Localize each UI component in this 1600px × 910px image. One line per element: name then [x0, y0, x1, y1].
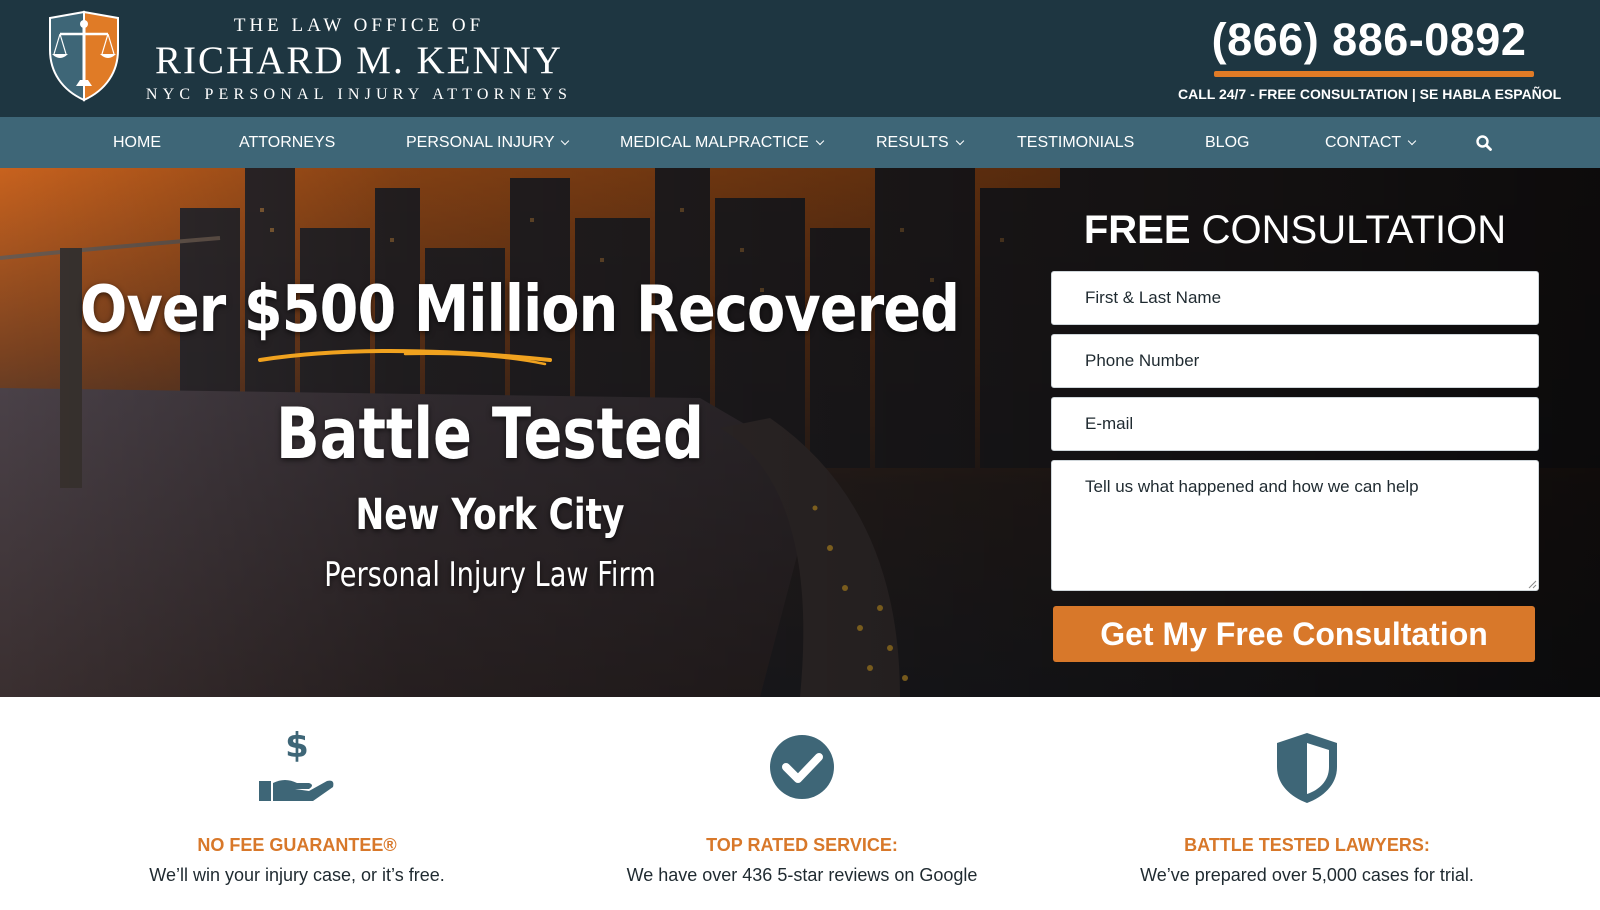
nav-medical-malpractice[interactable]: MEDICAL MALPRACTICE	[620, 117, 825, 168]
nav-label: MEDICAL MALPRACTICE	[620, 134, 809, 151]
feature-description: We’ve prepared over 5,000 cases for tria…	[1140, 865, 1474, 885]
nav-attorneys[interactable]: ATTORNEYS	[239, 117, 335, 168]
hero-section: Over $500 Million Recovered Battle Teste…	[0, 168, 1600, 697]
search-icon[interactable]	[1475, 134, 1493, 152]
hero-firm-type: Personal Injury Law Firm	[324, 555, 656, 595]
nav-blog[interactable]: BLOG	[1205, 117, 1249, 168]
feature-no-fee: $ NO FEE GUARANTEE® We’ll win your injur…	[47, 697, 547, 910]
form-title-bold: FREE	[1083, 208, 1191, 252]
feature-battle-tested: BATTLE TESTED LAWYERS: We’ve prepared ov…	[1057, 697, 1557, 910]
chevron-down-icon	[955, 136, 964, 146]
nav-label: RESULTS	[876, 134, 949, 151]
form-title-rest: CONSULTATION	[1201, 208, 1507, 252]
phone-field[interactable]	[1051, 334, 1539, 388]
svg-text:$: $	[285, 726, 309, 766]
site-header: THE LAW OFFICE OF RICHARD M. KENNY NYC P…	[0, 0, 1600, 117]
submit-consultation-button[interactable]: Get My Free Consultation	[1053, 606, 1535, 662]
nav-personal-injury[interactable]: PERSONAL INJURY	[406, 117, 570, 168]
shield-icon	[1277, 733, 1337, 803]
nav-label: CONTACT	[1325, 134, 1402, 151]
feature-top-rated: TOP RATED SERVICE: We have over 436 5-st…	[552, 697, 1052, 910]
hand-dollar-icon: $	[259, 726, 334, 801]
chevron-down-icon	[1407, 136, 1417, 146]
check-circle-icon	[770, 735, 834, 799]
hero-location: New York City	[355, 490, 625, 540]
chevron-down-icon	[561, 136, 570, 146]
nav-label: BLOG	[1205, 134, 1250, 151]
phone-underline	[1214, 71, 1534, 77]
feature-title: BATTLE TESTED LAWYERS:	[1184, 835, 1430, 855]
scales-of-justice-icon	[49, 10, 119, 102]
headline-underline-swoosh	[258, 349, 552, 366]
feature-title: TOP RATED SERVICE:	[706, 835, 898, 855]
email-field[interactable]	[1051, 397, 1539, 451]
resize-grip-icon[interactable]	[1528, 580, 1537, 589]
nav-label: PERSONAL INJURY	[406, 134, 555, 151]
site-logo[interactable]: THE LAW OFFICE OF RICHARD M. KENNY NYC P…	[44, 10, 584, 110]
logo-tagline-bottom: NYC PERSONAL INJURY ATTORNEYS	[145, 86, 573, 103]
features-section: $ NO FEE GUARANTEE® We’ll win your injur…	[0, 697, 1600, 910]
hero-text-block: Over $500 Million Recovered Battle Teste…	[60, 168, 960, 697]
name-field[interactable]	[1051, 271, 1539, 325]
form-title: FREE CONSULTATION	[1050, 208, 1540, 253]
nav-home[interactable]: HOME	[113, 117, 161, 168]
nav-contact[interactable]: CONTACT	[1325, 117, 1417, 168]
hero-headline: Over $500 Million Recovered	[80, 273, 960, 347]
feature-description: We have over 436 5-star reviews on Googl…	[626, 865, 978, 885]
header-callout: CALL 24/7 - FREE CONSULTATION | SE HABLA…	[1178, 86, 1562, 102]
nav-testimonials[interactable]: TESTIMONIALS	[1017, 117, 1134, 168]
feature-title: NO FEE GUARANTEE®	[197, 835, 397, 855]
message-field[interactable]	[1051, 460, 1539, 591]
nav-label: ATTORNEYS	[239, 134, 336, 151]
logo-tagline-top: THE LAW OFFICE OF	[233, 15, 485, 36]
hero-subheadline: Battle Tested	[275, 393, 705, 475]
phone-number-link[interactable]: (866) 886-0892	[1204, 14, 1534, 66]
logo-firm-name: RICHARD M. KENNY	[155, 39, 563, 82]
nav-label: HOME	[113, 134, 161, 151]
main-nav: HOME ATTORNEYS PERSONAL INJURY MEDICAL M…	[0, 117, 1600, 168]
feature-description: We’ll win your injury case, or it’s free…	[149, 865, 445, 885]
chevron-down-icon	[815, 136, 825, 146]
nav-results[interactable]: RESULTS	[876, 117, 964, 168]
nav-label: TESTIMONIALS	[1017, 134, 1135, 151]
